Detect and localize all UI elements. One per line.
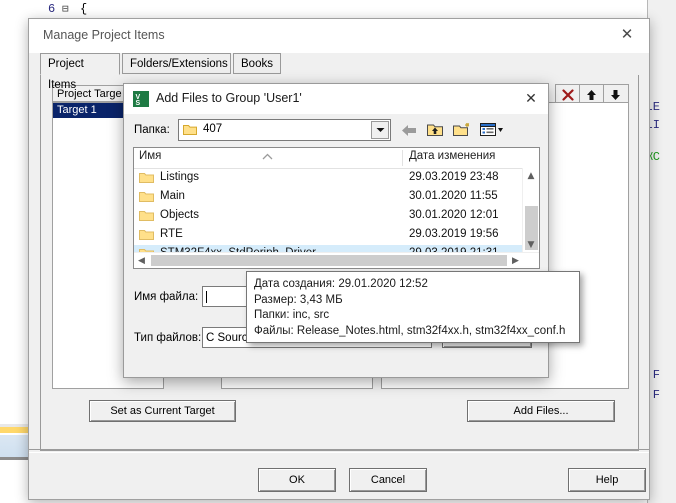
add-files-title: Add Files to Group 'User1' <box>156 91 302 105</box>
file-row[interactable]: RTE 29.03.2019 19:56 <box>134 226 539 245</box>
folder-icon <box>139 229 154 241</box>
ide-fold-icon[interactable]: ⊟ <box>62 2 69 16</box>
up-one-level-icon[interactable] <box>426 122 444 141</box>
window-titlebar: Manage Project Items ✕ <box>29 19 649 53</box>
column-header-name[interactable]: Имя <box>139 150 161 162</box>
ok-button[interactable]: OK <box>258 468 336 492</box>
tab-books[interactable]: Books <box>233 53 281 74</box>
keil-icon: V S <box>133 91 149 107</box>
file-modified: 30.01.2020 12:01 <box>409 209 499 221</box>
folder-icon <box>183 124 197 139</box>
add-files-titlebar: V S Add Files to Group 'User1' ✕ <box>124 84 548 114</box>
scroll-down-icon[interactable]: ▼ <box>523 237 539 253</box>
tooltip-created: Дата создания: 29.01.2020 12:52 <box>254 278 428 290</box>
file-modified: 29.03.2019 23:48 <box>409 171 499 183</box>
ide-vertical-scrollbar[interactable] <box>662 0 676 503</box>
views-icon[interactable] <box>480 122 504 141</box>
file-row[interactable]: Listings 29.03.2019 23:48 <box>134 169 539 188</box>
folder-label: Папка: <box>134 124 170 136</box>
ide-brace: { <box>80 2 88 16</box>
tooltip-size: Размер: 3,43 МБ <box>254 293 343 306</box>
ide-code-fragment-4: F <box>652 368 660 382</box>
folder-icon <box>139 172 154 184</box>
file-modified: 30.01.2020 11:55 <box>409 190 498 202</box>
file-row[interactable]: Main 30.01.2020 11:55 <box>134 188 539 207</box>
cancel-button[interactable]: Cancel <box>349 468 427 492</box>
ide-line-number: 6 <box>48 2 56 16</box>
add-files-button[interactable]: Add Files... <box>467 400 615 422</box>
file-name: RTE <box>160 228 183 240</box>
scroll-left-icon[interactable]: ◀ <box>134 253 149 268</box>
folder-tooltip: Дата создания: 29.01.2020 12:52 Размер: … <box>246 271 580 343</box>
tab-strip: Project Items Folders/Extensions Books <box>40 53 639 91</box>
file-modified: 29.03.2019 19:56 <box>409 228 499 240</box>
file-name: Listings <box>160 171 199 183</box>
back-arrow-icon[interactable] <box>400 123 418 141</box>
scroll-thumb-horizontal[interactable] <box>151 255 507 266</box>
folder-icon <box>139 210 154 222</box>
filename-label: Имя файла: <box>134 291 199 303</box>
set-as-current-target-button[interactable]: Set as Current Target <box>89 400 236 422</box>
navigation-toolbar <box>400 122 504 141</box>
folder-icon <box>139 191 154 203</box>
ide-code-fragment-5: F <box>652 388 660 402</box>
window-separator <box>29 449 649 453</box>
file-listview[interactable]: Имя Дата изменения Listings 29.03.2019 2… <box>133 147 540 269</box>
scroll-up-icon[interactable]: ▲ <box>523 168 539 184</box>
filetype-label: Тип файлов: <box>134 332 202 344</box>
help-button[interactable]: Help <box>568 468 646 492</box>
close-icon[interactable]: ✕ <box>518 88 544 110</box>
close-icon[interactable]: ✕ <box>605 19 649 49</box>
text-caret <box>206 290 207 303</box>
tab-folders-extensions[interactable]: Folders/Extensions <box>122 53 231 74</box>
folder-combobox[interactable]: 407 <box>178 119 391 141</box>
header-divider <box>402 150 403 166</box>
ide-right-scroll-column[interactable] <box>647 0 676 503</box>
new-folder-icon[interactable] <box>452 122 472 141</box>
file-row[interactable]: Objects 30.01.2020 12:01 <box>134 207 539 226</box>
listview-horizontal-scrollbar[interactable]: ◀ ▶ <box>134 252 539 268</box>
scroll-right-icon[interactable]: ▶ <box>508 253 523 268</box>
tab-project-items[interactable]: Project Items <box>40 53 120 91</box>
folder-value: 407 <box>203 123 223 135</box>
chevron-down-icon[interactable] <box>371 121 389 139</box>
file-name: Main <box>160 190 185 202</box>
file-name: Objects <box>160 209 199 221</box>
sort-ascending-icon <box>262 151 273 163</box>
file-list-header: Имя Дата изменения <box>134 148 539 169</box>
tooltip-folders: Папки: inc, src <box>254 309 330 321</box>
tooltip-files: Файлы: Release_Notes.html, stm32f4xx.h, … <box>254 324 566 337</box>
svg-text:S: S <box>136 100 141 107</box>
column-header-modified[interactable]: Дата изменения <box>409 150 495 162</box>
window-title: Manage Project Items <box>43 28 165 42</box>
